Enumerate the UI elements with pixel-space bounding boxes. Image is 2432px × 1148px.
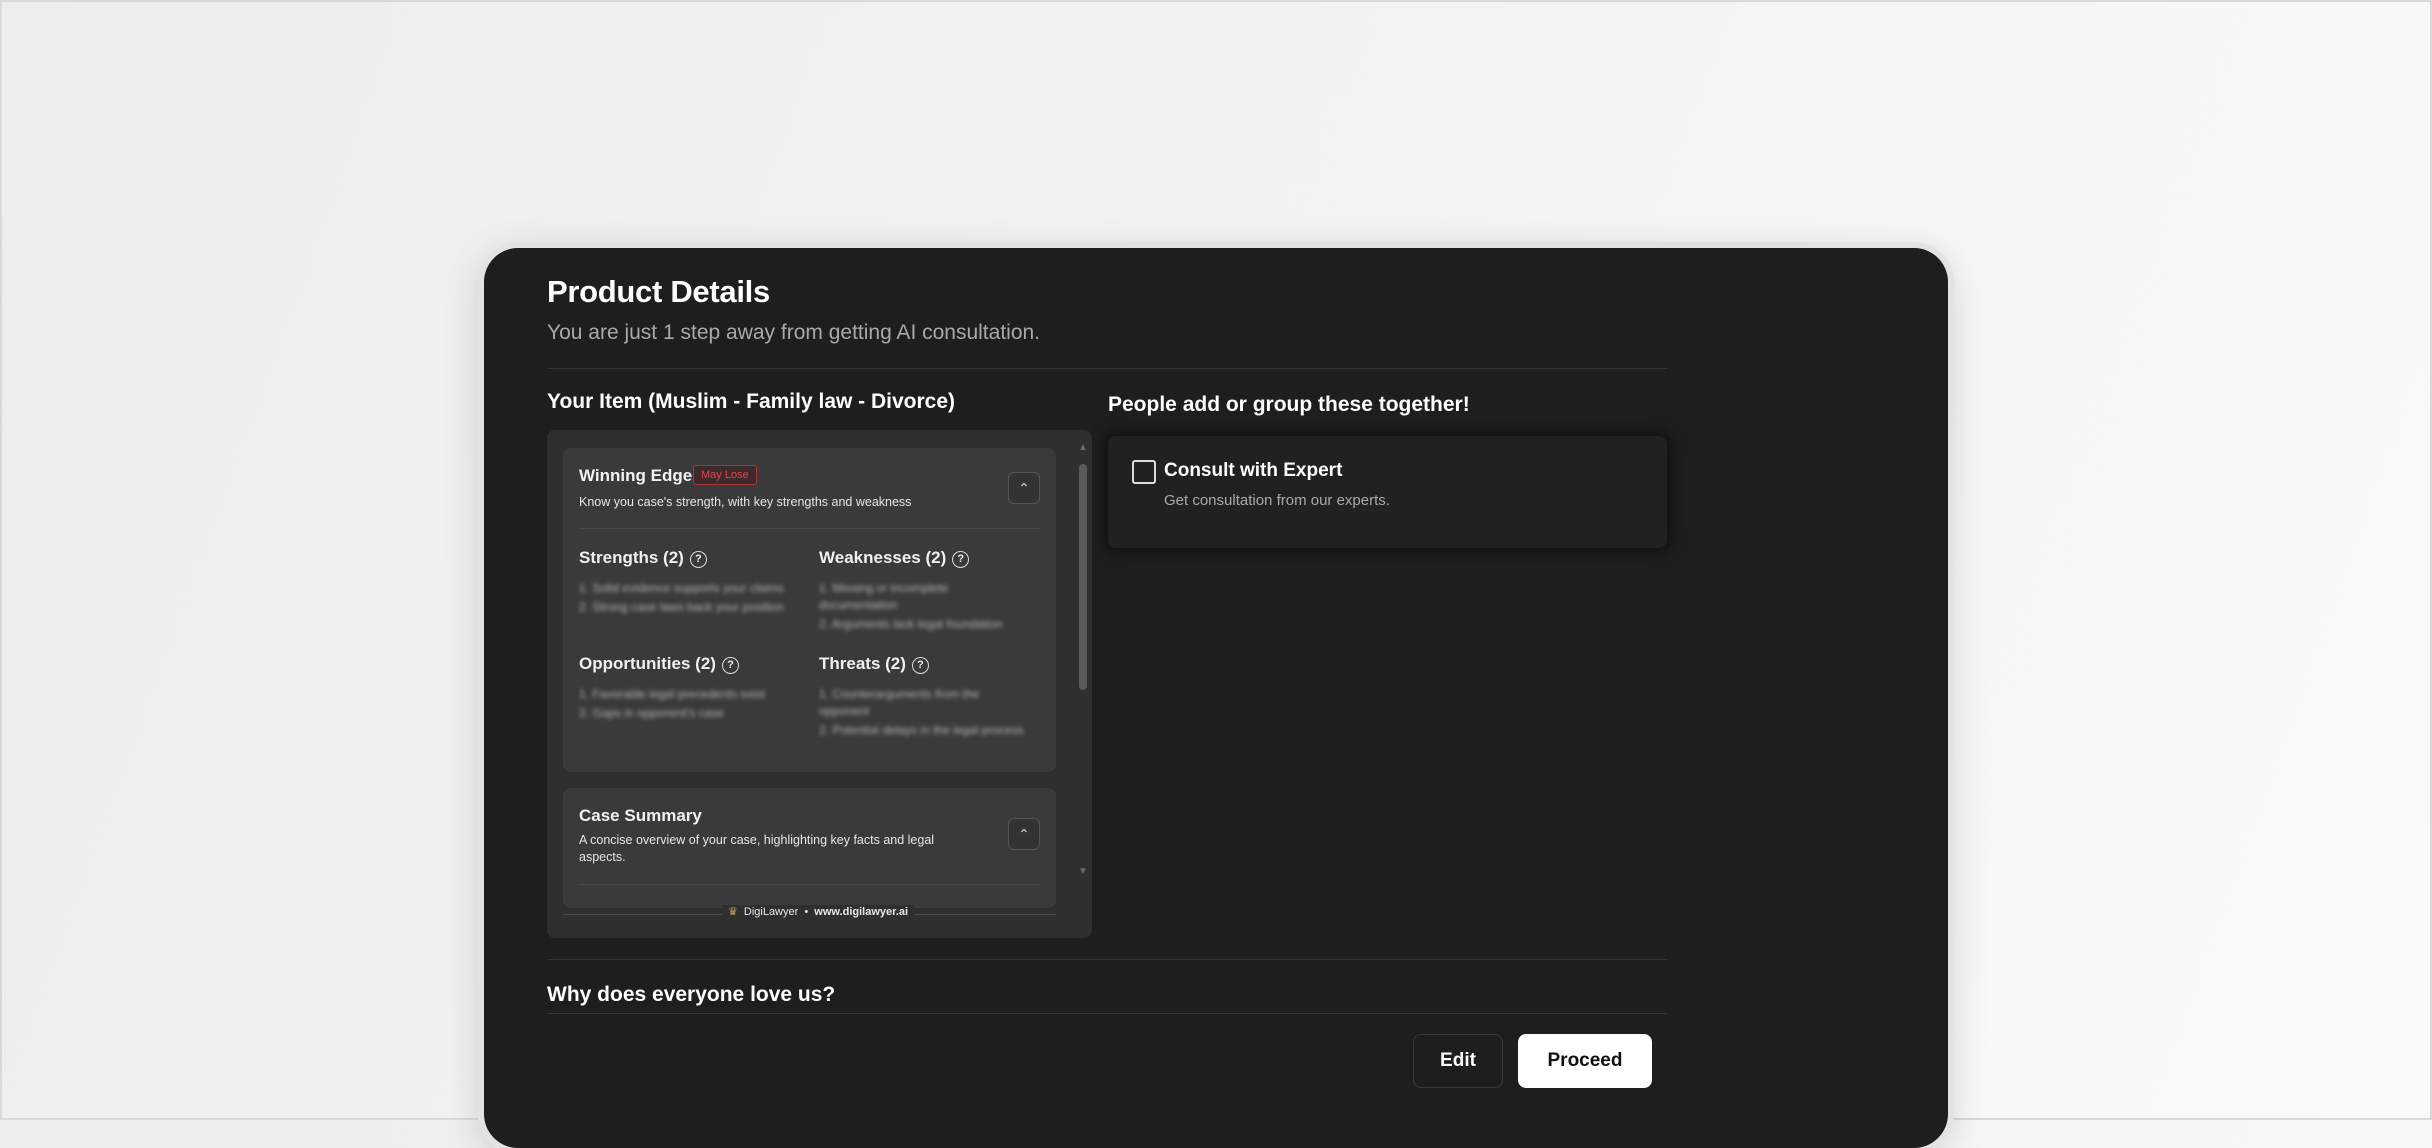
- your-item-heading: Your Item (Muslim - Family law - Divorce…: [547, 390, 956, 413]
- weaknesses-list: 1. Missing or incomplete documentation 2…: [819, 580, 1029, 635]
- case-summary-card: Case Summary A concise overview of your …: [563, 788, 1056, 908]
- list-item: 2. Potential delays in the legal process: [819, 723, 1024, 737]
- opportunities-heading: Opportunities (2)?: [579, 654, 739, 674]
- brand-separator: •: [804, 906, 809, 918]
- case-summary-title: Case Summary: [579, 806, 702, 825]
- strengths-list: 1. Solid evidence supports your claims 2…: [579, 580, 789, 618]
- list-item: 2. Strong case laws back your position: [579, 600, 784, 614]
- strengths-heading: Strengths (2)?: [579, 548, 707, 568]
- list-item: 1. Counterarguments from the opponent: [819, 687, 980, 718]
- upsell-heading: People add or group these together!: [1108, 393, 1470, 416]
- digilawyer-logo-icon: ♛: [728, 906, 738, 918]
- upsell-card[interactable]: Consult with Expert Get consultation fro…: [1108, 436, 1667, 548]
- help-icon[interactable]: ?: [952, 551, 970, 568]
- case-summary-toggle-button[interactable]: ⌃: [1008, 818, 1040, 850]
- status-badge: May Lose: [693, 465, 757, 485]
- winning-edge-title: Winning Edge: [579, 466, 693, 485]
- help-icon[interactable]: ?: [911, 657, 929, 674]
- card-divider: [579, 884, 1040, 885]
- list-item: 1. Favorable legal precedents exist: [579, 687, 766, 701]
- brand-url[interactable]: www.digilawyer.ai: [814, 906, 908, 918]
- threats-list: 1. Counterarguments from the opponent 2.…: [819, 686, 1029, 741]
- list-item: 2. Gaps in opponent's case: [579, 706, 725, 720]
- consult-expert-checkbox[interactable]: [1132, 460, 1156, 484]
- brand-footer: ♛ DigiLawyer • www.digilawyer.ai: [722, 905, 915, 918]
- list-item: 1. Solid evidence supports your claims: [579, 581, 784, 595]
- help-icon[interactable]: ?: [689, 551, 707, 568]
- section-divider: [547, 1013, 1667, 1014]
- upsell-option-description: Get consultation from our experts.: [1164, 492, 1390, 509]
- chevron-up-icon: ⌃: [1018, 826, 1030, 842]
- proceed-button[interactable]: Proceed: [1518, 1034, 1652, 1088]
- scroll-up-icon[interactable]: ▲: [1078, 442, 1088, 453]
- help-icon[interactable]: ?: [721, 657, 739, 674]
- brand-name: DigiLawyer: [743, 906, 799, 918]
- weaknesses-heading: Weaknesses (2)?: [819, 548, 970, 568]
- winning-edge-description: Know you case's strength, with key stren…: [579, 495, 912, 509]
- page-subtitle: You are just 1 step away from getting AI…: [547, 321, 1041, 344]
- list-item: 1. Missing or incomplete documentation: [819, 581, 949, 612]
- why-heading: Why does everyone love us?: [547, 983, 836, 1006]
- chevron-up-icon: ⌃: [1018, 480, 1030, 496]
- winning-edge-toggle-button[interactable]: ⌃: [1008, 472, 1040, 504]
- list-item: 2. Arguments lack legal foundation: [819, 617, 1003, 631]
- edit-button[interactable]: Edit: [1413, 1034, 1503, 1088]
- scroll-down-icon[interactable]: ▼: [1078, 866, 1088, 877]
- winning-edge-card: Winning Edge May Lose Know you case's st…: [563, 448, 1056, 772]
- product-details-modal: Product Details You are just 1 step away…: [484, 248, 1948, 1148]
- threats-heading: Threats (2)?: [819, 654, 929, 674]
- scrollbar-thumb[interactable]: [1079, 464, 1087, 690]
- upsell-option-title[interactable]: Consult with Expert: [1164, 460, 1342, 482]
- opportunities-list: 1. Favorable legal precedents exist 2. G…: [579, 686, 789, 724]
- page-title: Product Details: [547, 274, 770, 309]
- panel-scrollbar[interactable]: ▲ ▼: [1074, 430, 1092, 938]
- your-item-panel[interactable]: Winning Edge May Lose Know you case's st…: [547, 430, 1092, 938]
- case-summary-description: A concise overview of your case, highlig…: [579, 833, 935, 864]
- header-divider: [547, 368, 1667, 369]
- section-divider: [547, 959, 1667, 960]
- card-divider: [579, 528, 1040, 529]
